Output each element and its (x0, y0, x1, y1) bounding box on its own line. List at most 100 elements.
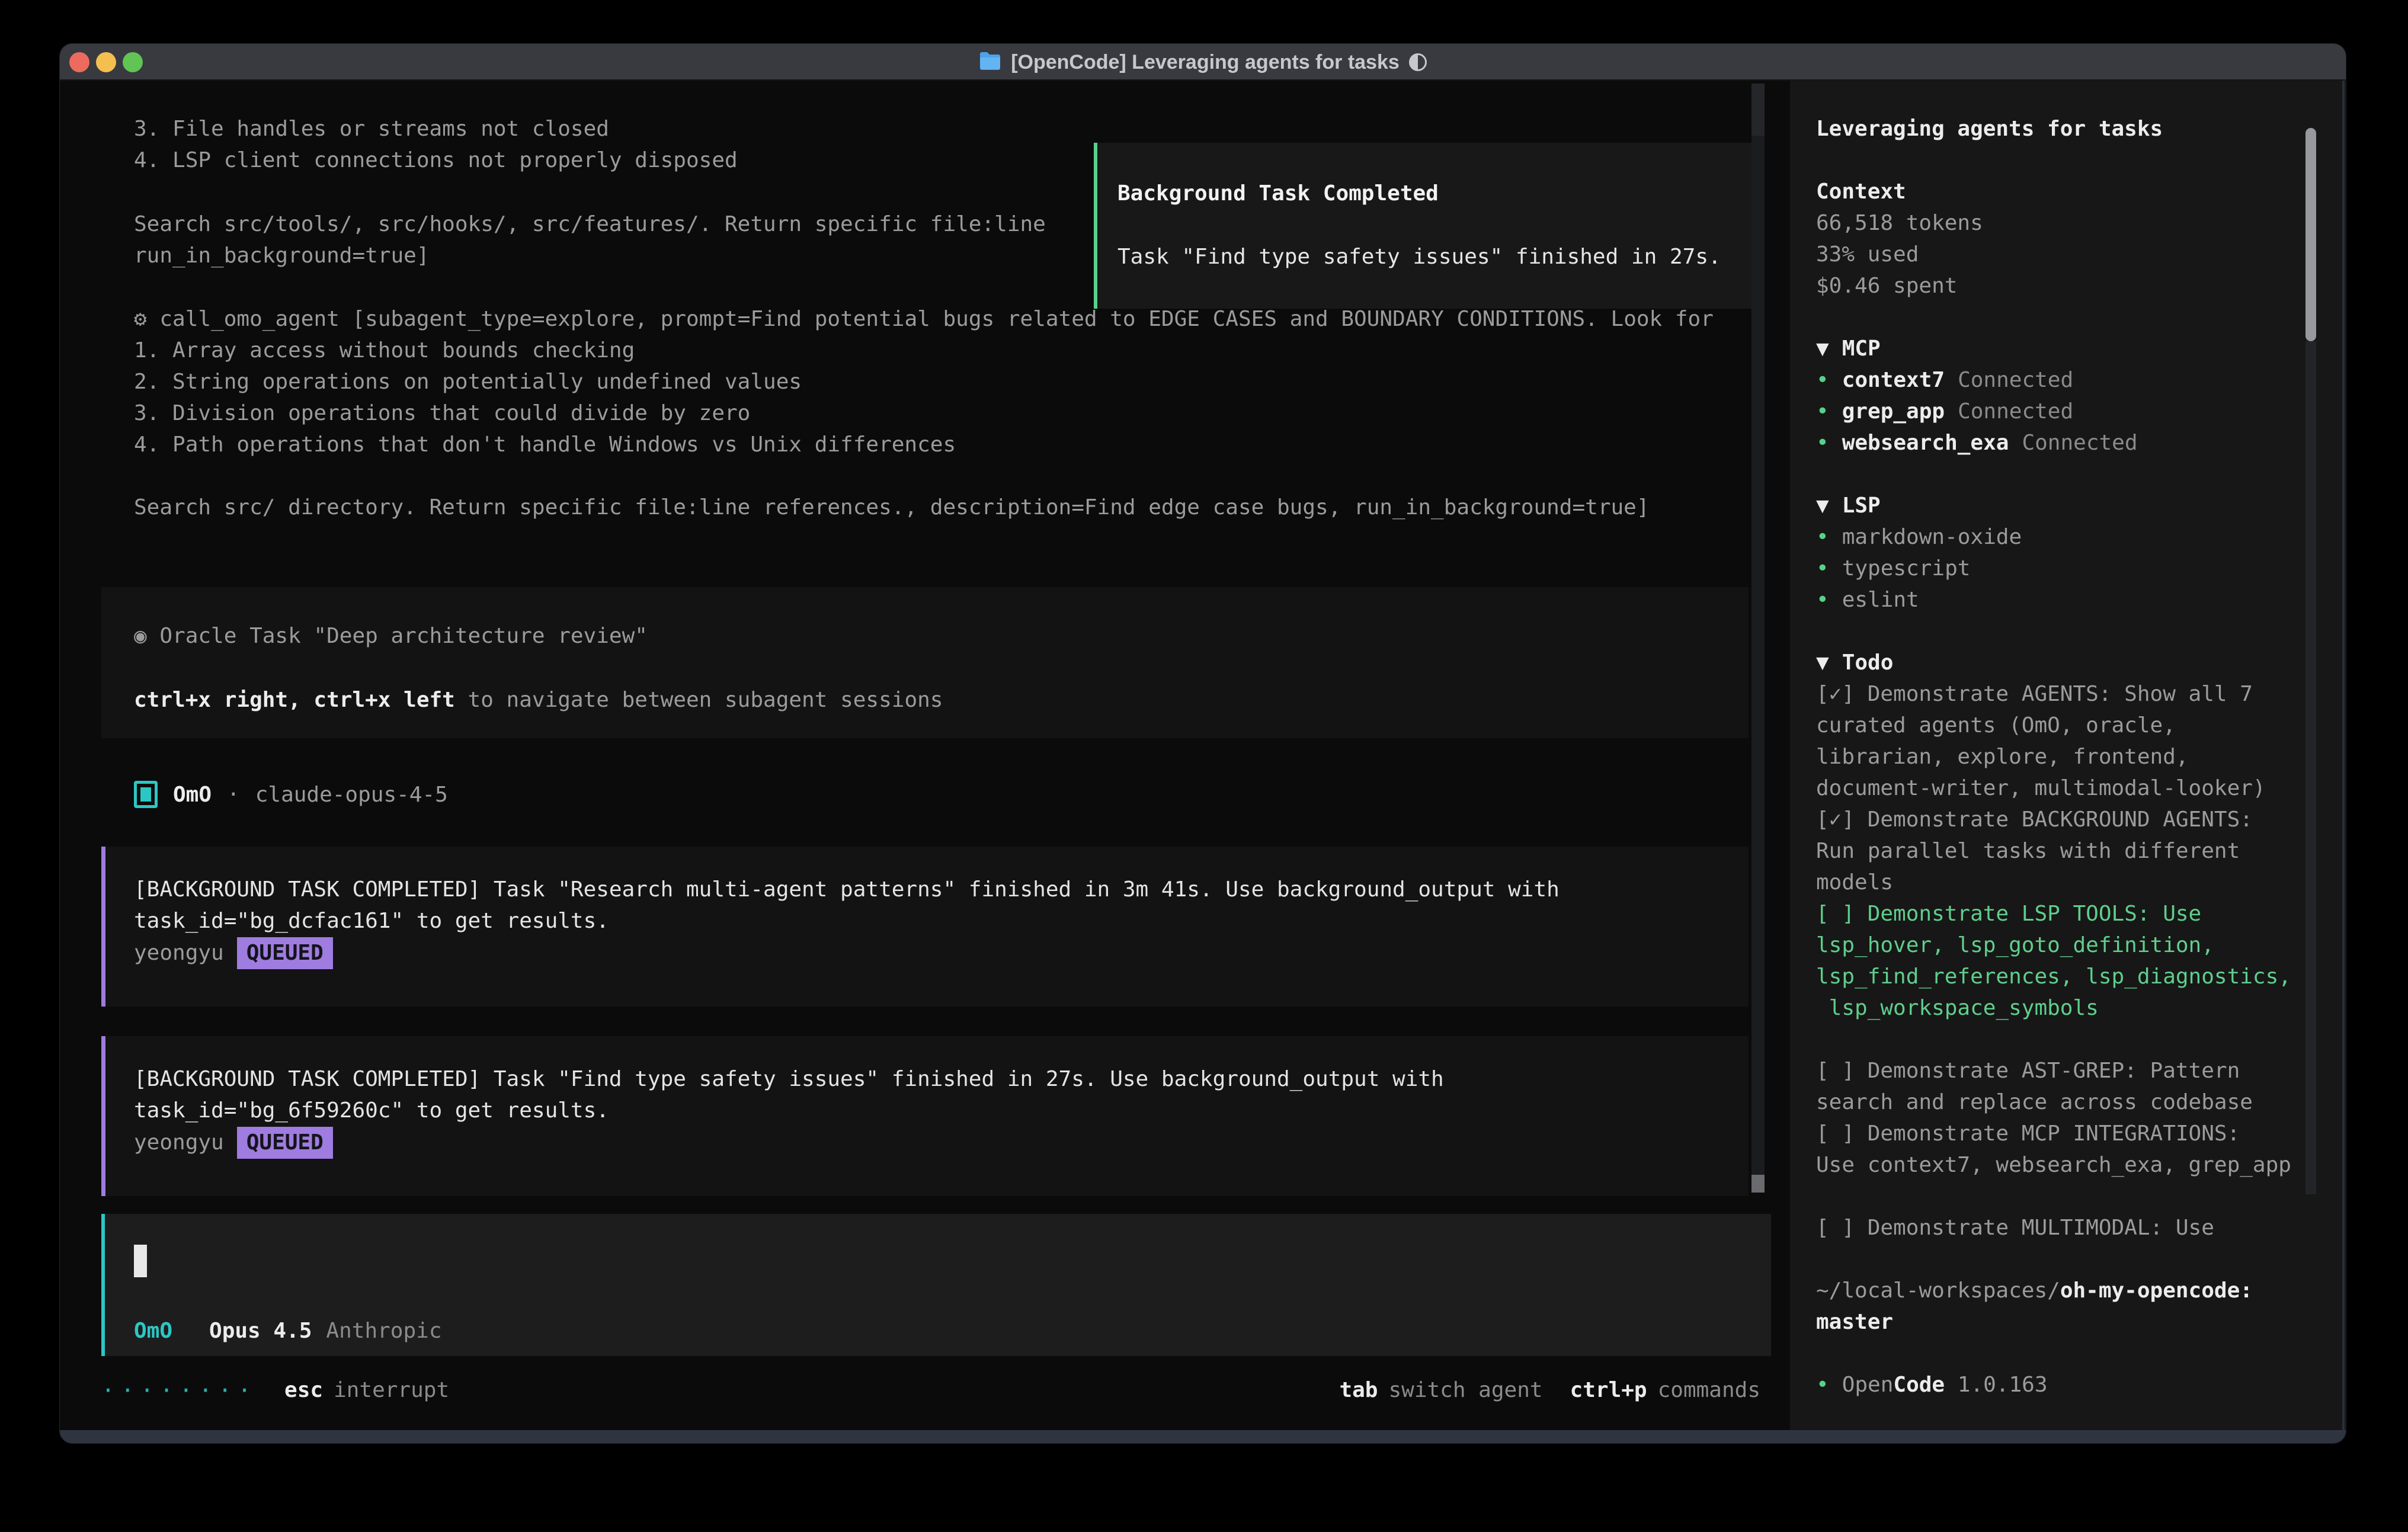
mcp-name: grep_app (1842, 399, 1945, 424)
terminal-line: 4. Path operations that don't handle Win… (134, 429, 956, 460)
todo-line: Use context7, websearch_exa, grep_app (1816, 1149, 2346, 1181)
mcp-status: Connected (1958, 399, 2073, 424)
sidebar-edge-divider (2342, 81, 2345, 1431)
context-heading: Context (1816, 176, 2346, 207)
todo-line: curated agents (OmO, oracle, (1816, 710, 2346, 741)
todo-line: models (1816, 867, 2346, 898)
window-title-group: [OpenCode] Leveraging agents for tasks (60, 44, 2346, 81)
bullet-icon: • (1816, 431, 1829, 455)
activity-dots-icon: ········ (101, 1377, 257, 1403)
mcp-status: Connected (2022, 431, 2137, 455)
hint-text: to navigate between subagent sessions (455, 688, 943, 712)
todo-line: [✓] Demonstrate BACKGROUND AGENTS: (1816, 804, 2346, 835)
lsp-heading: LSP (1842, 493, 1881, 518)
active-agent-label: OmO (134, 1319, 172, 1343)
window-bottom-edge (60, 1430, 2346, 1443)
message-meta: yeongyu QUEUED (134, 937, 333, 969)
oracle-task-title: ◉ Oracle Task "Deep architecture review" (134, 620, 648, 652)
ctrl-p-key-label: ctrl+p (1570, 1378, 1647, 1402)
sidebar-scrollbar[interactable] (2305, 341, 2316, 1194)
version-row: •OpenCode 1.0.163 (1816, 1369, 2346, 1400)
mcp-item: •grep_appConnected (1816, 396, 2346, 427)
todo-heading: Todo (1842, 650, 1894, 675)
chevron-down-icon: ▼ (1816, 493, 1829, 518)
status-badge: QUEUED (237, 1127, 333, 1159)
toast-title: Background Task Completed (1117, 178, 1439, 209)
mcp-item: •websearch_exaConnected (1816, 427, 2346, 459)
session-status-icon (1409, 53, 1427, 71)
lsp-item: • typescript (1816, 553, 2346, 584)
separator-dot: · (227, 783, 240, 807)
message-meta: yeongyu QUEUED (134, 1127, 333, 1158)
commands-hint: commands (1658, 1378, 1760, 1402)
workspace-prefix: ~/local-workspaces/ (1816, 1278, 2060, 1303)
todo-line: [ ] Demonstrate MCP INTEGRATIONS: (1816, 1118, 2346, 1149)
mcp-section-header[interactable]: ▼MCP (1816, 333, 2346, 364)
window-title: [OpenCode] Leveraging agents for tasks (1011, 51, 1400, 74)
background-task-toast[interactable]: Background Task Completed Task "Find typ… (1094, 143, 1762, 309)
sidebar-scrollbar-thumb[interactable] (2305, 128, 2316, 341)
main-scrollbar[interactable] (1751, 84, 1765, 1193)
terminal-line: Search src/ directory. Return specific f… (134, 492, 1650, 523)
oracle-task-box: ◉ Oracle Task "Deep architecture review"… (101, 587, 1749, 738)
message-text: [BACKGROUND TASK COMPLETED] Task "Resear… (134, 874, 1560, 905)
esc-key-label: esc (284, 1378, 323, 1402)
todo-item-done: [✓] Demonstrate BACKGROUND AGENTS: Run p… (1816, 804, 2346, 898)
commands-shortcut: ctrl+p commands (1570, 1378, 1760, 1402)
todo-line: [✓] Demonstrate AGENTS: Show all 7 (1816, 678, 2346, 710)
main-scrollbar-cap (1751, 84, 1765, 136)
todo-line: lsp_find_references, lsp_diagnostics, (1816, 961, 2346, 992)
app-name-bold: Code (1893, 1373, 1945, 1397)
app-version: 1.0.163 (1958, 1373, 2048, 1397)
task-message: [BACKGROUND TASK COMPLETED] Task "Resear… (101, 847, 1749, 1007)
todo-line: lsp_hover, lsp_goto_definition, (1816, 930, 2346, 961)
text-cursor (134, 1245, 147, 1277)
mcp-name: context7 (1842, 368, 1945, 392)
oracle-task-hint: ctrl+x right, ctrl+x left to navigate be… (134, 684, 943, 716)
context-spent: $0.46 spent (1816, 270, 2346, 302)
todo-line: lsp_workspace_symbols (1816, 992, 2346, 1024)
session-sidebar: Leveraging agents for tasks Context 66,5… (1790, 81, 2346, 1431)
context-tokens: 66,518 tokens (1816, 207, 2346, 239)
prompt-input[interactable]: OmO Opus 4.5 Anthropic (101, 1214, 1771, 1356)
tab-shortcut: tabswitch agent (1339, 1378, 1542, 1402)
terminal-line: 1. Array access without bounds checking (134, 335, 635, 366)
main-scrollbar-thumb[interactable] (1751, 1175, 1765, 1193)
mcp-item: • context7 Connected (1816, 364, 2346, 396)
task-message: [BACKGROUND TASK COMPLETED] Task "Find t… (101, 1036, 1749, 1196)
bullet-icon: • (1816, 588, 1829, 612)
agent-model: claude-opus-4-5 (255, 783, 448, 807)
status-bar: ········ esc interrupt tabswitch agent c… (101, 1374, 1760, 1406)
chevron-down-icon: ▼ (1816, 650, 1829, 675)
tab-key-label: tab (1339, 1378, 1378, 1402)
todo-line: Run parallel tasks with different (1816, 835, 2346, 867)
mcp-heading: MCP (1842, 336, 1881, 361)
todo-item-active: [ ] Demonstrate LSP TOOLS: Use lsp_hover… (1816, 898, 2346, 1024)
bullet-icon: • (1816, 368, 1829, 392)
provider-label: Anthropic (326, 1319, 441, 1343)
terminal-line: run_in_background=true] (134, 240, 430, 271)
todo-section-header[interactable]: ▼ Todo (1816, 647, 2346, 678)
terminal-window: [OpenCode] Leveraging agents for tasks 3… (59, 43, 2346, 1444)
todo-item-done: [✓] Demonstrate AGENTS: Show all 7 curat… (1816, 678, 2346, 804)
bullet-icon: • (1816, 1373, 1829, 1397)
workspace-branch: master (1816, 1306, 2346, 1338)
message-author: yeongyu (134, 941, 224, 965)
lsp-name: markdown-oxide (1842, 525, 2022, 549)
status-left: ········ esc interrupt (101, 1377, 449, 1403)
todo-line: [ ] Demonstrate AST-GREP: Pattern (1816, 1055, 2346, 1086)
toast-body: Task "Find type safety issues" finished … (1117, 241, 1721, 273)
window-titlebar[interactable]: [OpenCode] Leveraging agents for tasks (60, 44, 2346, 81)
editor-footer: OmO Opus 4.5 Anthropic (134, 1315, 442, 1347)
omo-agent-icon (134, 781, 158, 808)
context-used: 33% used (1816, 239, 2346, 270)
lsp-item: •markdown-oxide (1816, 521, 2346, 553)
todo-item-pending: [ ] Demonstrate MULTIMODAL: Use (1816, 1212, 2346, 1243)
bullet-icon: • (1816, 556, 1829, 581)
mcp-status: Connected (1958, 368, 2073, 392)
session-title: Leveraging agents for tasks (1816, 113, 2346, 145)
lsp-name: typescript (1842, 556, 1971, 581)
status-right: tabswitch agent ctrl+p commands (1339, 1378, 1760, 1402)
terminal-line: Search src/tools/, src/hooks/, src/featu… (134, 209, 1046, 240)
lsp-section-header[interactable]: ▼ LSP (1816, 490, 2346, 521)
